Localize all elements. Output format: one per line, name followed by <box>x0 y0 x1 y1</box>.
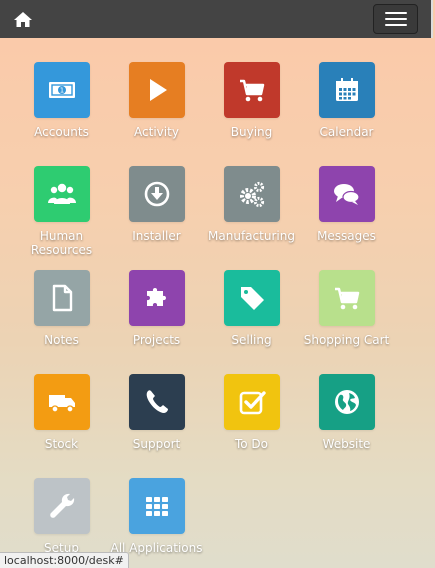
app-label: Calendar <box>319 125 374 139</box>
app-accounts[interactable]: 1 Accounts <box>14 62 109 166</box>
app-tile[interactable] <box>128 374 185 430</box>
app-label: Selling <box>231 333 272 347</box>
app-calendar[interactable]: Calendar <box>299 62 394 166</box>
tag-icon <box>240 287 264 310</box>
app-messages[interactable]: Messages <box>299 166 394 270</box>
calendar-icon <box>335 78 358 101</box>
file-icon <box>52 284 72 312</box>
menu-toggle-button[interactable] <box>373 4 418 34</box>
app-to-do[interactable]: To Do <box>204 374 299 478</box>
comments-icon <box>333 184 360 205</box>
app-label: To Do <box>234 437 269 451</box>
app-grid: 1 Accounts Activity Buying Calendar Human Res… <box>14 62 394 568</box>
app-label: Installer <box>132 229 181 243</box>
svg-text:1: 1 <box>59 87 63 95</box>
app-tile[interactable] <box>128 478 185 534</box>
hamburger-icon <box>384 18 407 20</box>
hamburger-icon <box>384 24 407 26</box>
wrench-icon <box>49 493 74 518</box>
app-tile[interactable] <box>318 374 375 430</box>
app-label: Website <box>322 437 371 451</box>
app-projects[interactable]: Projects <box>109 270 204 374</box>
app-website[interactable]: Website <box>299 374 394 478</box>
app-human-resources[interactable]: Human Resources <box>14 166 109 270</box>
app-tile[interactable] <box>223 166 280 222</box>
app-stock[interactable]: Stock <box>14 374 109 478</box>
app-installer[interactable]: Installer <box>109 166 204 270</box>
app-shopping-cart[interactable]: Shopping Cart <box>299 270 394 374</box>
cogs-icon <box>239 181 264 208</box>
play-icon <box>149 79 167 101</box>
hamburger-icon <box>384 12 407 14</box>
app-tile[interactable] <box>128 166 185 222</box>
group-icon <box>47 183 76 204</box>
app-label: Buying <box>230 125 273 139</box>
home-button[interactable] <box>11 9 35 29</box>
money-icon: 1 <box>48 82 75 98</box>
app-selling[interactable]: Selling <box>204 270 299 374</box>
app-label: Projects <box>132 333 181 347</box>
puzzle-icon <box>146 288 166 306</box>
app-label: Messages <box>317 229 376 243</box>
download-icon <box>144 181 169 207</box>
th-icon <box>145 497 168 516</box>
app-label: Support <box>132 437 181 451</box>
app-tile[interactable] <box>33 478 90 534</box>
navbar <box>0 0 433 38</box>
app-tile[interactable] <box>318 270 375 326</box>
app-support[interactable]: Support <box>109 374 204 478</box>
phone-icon <box>146 390 168 413</box>
app-label: Shopping Cart <box>303 333 390 347</box>
app-label: Notes <box>44 333 79 347</box>
app-tile[interactable]: 1 <box>33 62 90 118</box>
check-icon <box>239 391 266 415</box>
app-buying[interactable]: Buying <box>204 62 299 166</box>
app-tile[interactable] <box>33 374 90 430</box>
app-tile[interactable] <box>223 374 280 430</box>
shopping-cart-icon <box>334 287 359 310</box>
app-activity[interactable]: Activity <box>109 62 204 166</box>
app-tile[interactable] <box>223 270 280 326</box>
app-label: Human Resources <box>30 229 93 257</box>
app-tile[interactable] <box>318 62 375 118</box>
app-label: Stock <box>44 437 79 451</box>
app-tile[interactable] <box>33 166 90 222</box>
app-label: Activity <box>134 125 179 139</box>
app-label: Manufacturing <box>208 229 295 243</box>
app-manufacturing[interactable]: Manufacturing <box>204 166 299 270</box>
app-tile[interactable] <box>33 270 90 326</box>
status-bar-url: localhost:8000/desk# <box>0 552 129 568</box>
globe-icon <box>334 390 359 414</box>
home-icon <box>14 11 32 27</box>
shopping-cart-icon <box>239 79 264 102</box>
app-tile[interactable] <box>223 62 280 118</box>
app-label: Accounts <box>34 125 89 139</box>
app-tile[interactable] <box>128 62 185 118</box>
app-notes[interactable]: Notes <box>14 270 109 374</box>
app-tile[interactable] <box>318 166 375 222</box>
app-tile[interactable] <box>128 270 185 326</box>
truck-icon <box>48 395 75 413</box>
